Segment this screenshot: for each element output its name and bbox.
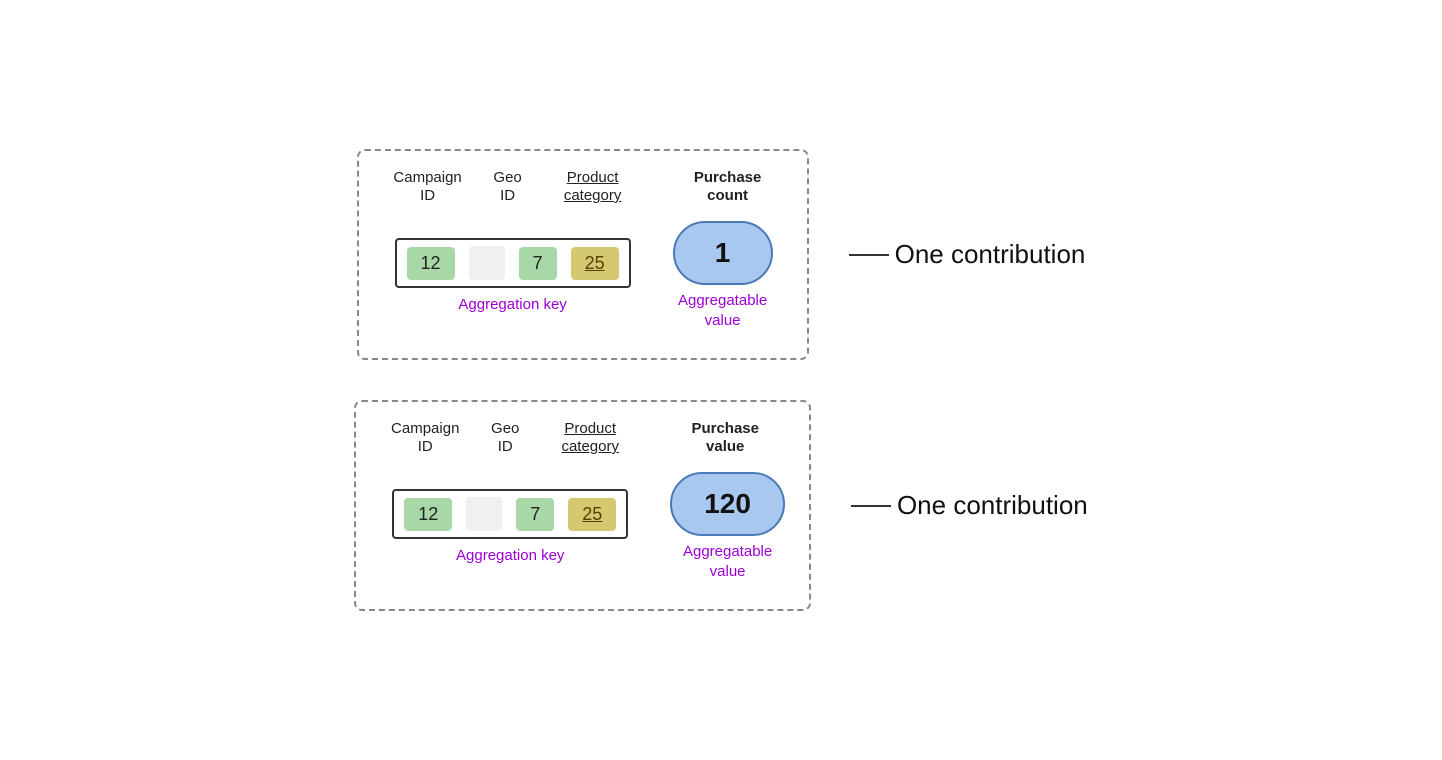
purchase-count-header-1: Purchase count bbox=[673, 169, 783, 205]
agg-bubble-2: 120 bbox=[670, 472, 785, 536]
product-val-2: 25 bbox=[568, 498, 616, 531]
geo-val-1 bbox=[469, 246, 505, 280]
geo-num-1: 7 bbox=[519, 247, 557, 280]
geo-val-2 bbox=[466, 497, 502, 531]
contribution-connector-1: One contribution bbox=[849, 239, 1086, 270]
agg-key-label-2: Aggregation key bbox=[380, 547, 640, 564]
campaign-id-header-2: Campaign ID bbox=[380, 420, 470, 456]
key-box-2: 12 7 25 bbox=[392, 489, 628, 539]
agg-key-label-1: Aggregation key bbox=[383, 296, 643, 313]
product-category-header-2: Product category bbox=[540, 420, 640, 456]
geo-num-2: 7 bbox=[516, 498, 554, 531]
campaign-val-2: 12 bbox=[404, 498, 452, 531]
purchase-value-header-2: Purchase value bbox=[670, 420, 780, 456]
value-area-1: 1 Aggregatable value bbox=[673, 221, 773, 330]
contribution-text-1: One contribution bbox=[895, 239, 1086, 270]
col-headers-2: Campaign ID Geo ID Product category Purc… bbox=[380, 420, 780, 456]
h-line-2 bbox=[851, 505, 891, 507]
product-category-header-1: Product category bbox=[543, 169, 643, 205]
agg-value-label-1: Aggregatable value bbox=[678, 291, 767, 330]
key-box-1: 12 7 25 bbox=[395, 238, 631, 288]
geo-id-header-2: Geo ID bbox=[470, 420, 540, 456]
dashed-container-1: Campaign ID Geo ID Product category Purc… bbox=[357, 149, 809, 360]
product-val-1: 25 bbox=[571, 247, 619, 280]
contribution-text-2: One contribution bbox=[897, 490, 1088, 521]
agg-value-label-2: Aggregatable value bbox=[683, 542, 772, 581]
contribution-block-2: Campaign ID Geo ID Product category Purc… bbox=[354, 400, 1088, 611]
col-headers-1: Campaign ID Geo ID Product category Purc… bbox=[383, 169, 783, 205]
campaign-val-1: 12 bbox=[407, 247, 455, 280]
agg-bubble-1: 1 bbox=[673, 221, 773, 285]
campaign-id-header-1: Campaign ID bbox=[383, 169, 473, 205]
dashed-container-2: Campaign ID Geo ID Product category Purc… bbox=[354, 400, 811, 611]
contribution-connector-2: One contribution bbox=[851, 490, 1088, 521]
h-line-1 bbox=[849, 254, 889, 256]
contribution-block-1: Campaign ID Geo ID Product category Purc… bbox=[357, 149, 1086, 360]
value-area-2: 120 Aggregatable value bbox=[670, 472, 785, 581]
geo-id-header-1: Geo ID bbox=[473, 169, 543, 205]
